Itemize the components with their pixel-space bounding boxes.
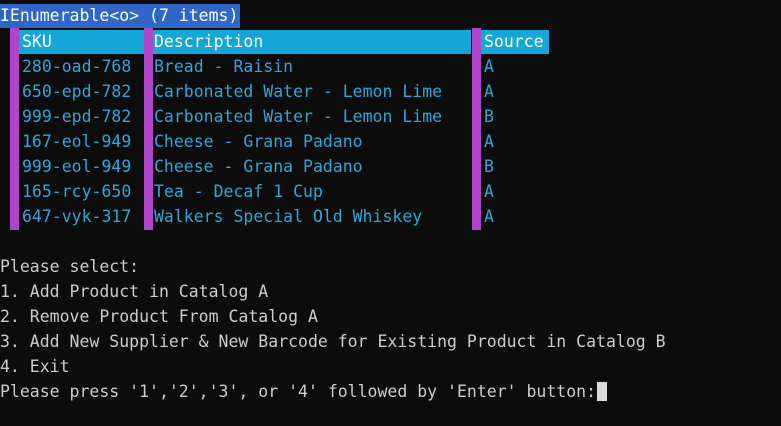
column-header-description: Description [154, 32, 264, 51]
table-cell-description: Cheese - Grana Padano [154, 132, 363, 151]
table-cell-description: Cheese - Grana Padano [154, 157, 363, 176]
text-cursor[interactable] [597, 382, 608, 401]
column-separator [472, 28, 481, 230]
menu-option-3: 3. Add New Supplier & New Barcode for Ex… [0, 332, 666, 351]
result-header: IEnumerable<o> (7 items) [0, 4, 241, 28]
menu-option-2: 2. Remove Product From Catalog A [0, 307, 318, 326]
table-cell-sku: 650-epd-782 [22, 82, 132, 101]
results-table: SKU Description Source 280-oad-768 Bread… [0, 28, 781, 230]
input-prompt-line[interactable]: Please press '1','2','3', or '4' followe… [0, 379, 608, 404]
column-separator [10, 28, 19, 230]
table-cell-source: A [484, 207, 494, 226]
input-instruction: Please press '1','2','3', or '4' followe… [0, 382, 597, 401]
table-cell-source: A [484, 132, 494, 151]
table-cell-source: A [484, 182, 494, 201]
table-cell-sku: 167-eol-949 [22, 132, 132, 151]
table-cell-description: Carbonated Water - Lemon Lime [154, 107, 443, 126]
table-cell-sku: 165-rcy-650 [22, 182, 132, 201]
table-cell-sku: 647-vyk-317 [22, 207, 132, 226]
table-cell-sku: 999-eol-949 [22, 157, 132, 176]
table-cell-description: Bread - Raisin [154, 57, 294, 76]
table-cell-source: A [484, 57, 494, 76]
column-header-source: Source [484, 32, 544, 51]
console-window[interactable]: IEnumerable<o> (7 items) SKU Description… [0, 0, 781, 426]
table-cell-sku: 280-oad-768 [22, 57, 132, 76]
menu-option-4: 4. Exit [0, 357, 70, 376]
menu-option-1: 1. Add Product in Catalog A [0, 282, 269, 301]
column-header-sku: SKU [22, 32, 52, 51]
table-cell-source: B [484, 157, 494, 176]
table-cell-sku: 999-epd-782 [22, 107, 132, 126]
table-cell-description: Carbonated Water - Lemon Lime [154, 82, 443, 101]
table-cell-source: A [484, 82, 494, 101]
table-cell-description: Walkers Special Old Whiskey [154, 207, 423, 226]
table-cell-source: B [484, 107, 494, 126]
column-separator [144, 28, 153, 230]
menu-prompt: Please select: [0, 257, 140, 276]
table-cell-description: Tea - Decaf 1 Cup [154, 182, 323, 201]
